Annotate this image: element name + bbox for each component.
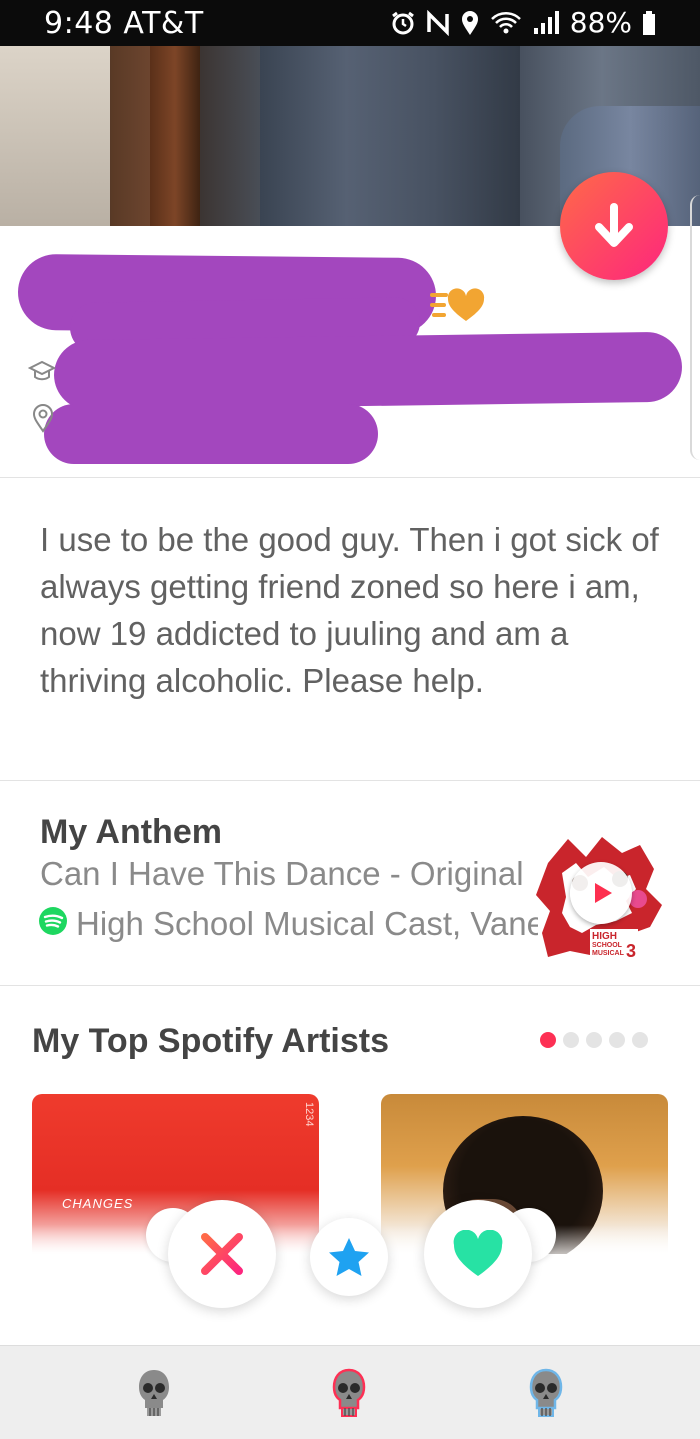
page-dot-active[interactable] <box>540 1032 556 1048</box>
artist-card-1-text: CHANGES <box>62 1196 134 1211</box>
photo-mirror-frame <box>150 46 200 226</box>
location-pin-icon <box>32 404 54 433</box>
status-icons: 88% <box>390 6 656 39</box>
alarm-icon <box>391 11 414 34</box>
bottom-nav <box>0 1345 700 1439</box>
x-icon <box>201 1233 243 1275</box>
artist-card-1-number: 1234 <box>303 1102 315 1127</box>
battery-icon <box>643 10 655 35</box>
like-button[interactable] <box>424 1200 532 1308</box>
page-dot[interactable] <box>632 1032 648 1048</box>
anthem-song: Can I Have This Dance - Original <box>40 855 524 892</box>
page-dot[interactable] <box>563 1032 579 1048</box>
photo-door <box>0 46 110 226</box>
bio-text: I use to be the good guy. Then i got sic… <box>40 521 659 699</box>
status-time: 9:48 AT&T <box>44 6 204 41</box>
page-dot[interactable] <box>586 1032 602 1048</box>
anthem-artist: High School Musical Cast, Vanessa Hudgen… <box>76 905 538 942</box>
page-dot[interactable] <box>609 1032 625 1048</box>
arrow-down-icon <box>595 203 633 247</box>
redacted-education <box>53 331 683 411</box>
graduation-cap-icon <box>28 360 56 381</box>
collapse-profile-button[interactable] <box>560 172 668 280</box>
album-text-school: SCHOOL <box>592 942 623 949</box>
album-text-number: 3 <box>626 941 636 961</box>
scroll-indicator <box>690 195 700 460</box>
skull-icon[interactable] <box>528 1368 564 1420</box>
photo-jeans <box>260 46 520 226</box>
play-button[interactable] <box>570 862 632 924</box>
wifi-icon <box>490 11 521 33</box>
heart-badge-icon <box>430 288 485 321</box>
super-like-button[interactable] <box>310 1218 388 1296</box>
bio-section: I use to be the good guy. Then i got sic… <box>0 478 700 781</box>
album-text-high: HIGH <box>592 931 617 942</box>
status-bar: 9:48 AT&T 88% <box>0 0 700 46</box>
anthem-title: My Anthem <box>40 813 222 851</box>
album-text-musical: MUSICAL <box>592 950 625 957</box>
skull-icon[interactable] <box>331 1368 367 1420</box>
location-status-icon <box>461 10 478 35</box>
spotify-icon <box>39 907 67 935</box>
top-artists-title: My Top Spotify Artists <box>32 1022 389 1060</box>
battery-percent: 88% <box>569 6 632 39</box>
profile-screen: 9:48 AT&T 88% I use to be the good guy. … <box>0 0 700 1439</box>
heart-icon <box>453 1230 503 1276</box>
page-dots <box>540 1032 648 1048</box>
skull-icon[interactable] <box>136 1368 172 1420</box>
nfc-icon <box>427 9 449 36</box>
signal-icon <box>533 10 559 34</box>
play-icon <box>595 883 612 903</box>
nope-button[interactable] <box>168 1200 276 1308</box>
star-icon <box>329 1238 369 1276</box>
redacted-location <box>44 404 378 464</box>
